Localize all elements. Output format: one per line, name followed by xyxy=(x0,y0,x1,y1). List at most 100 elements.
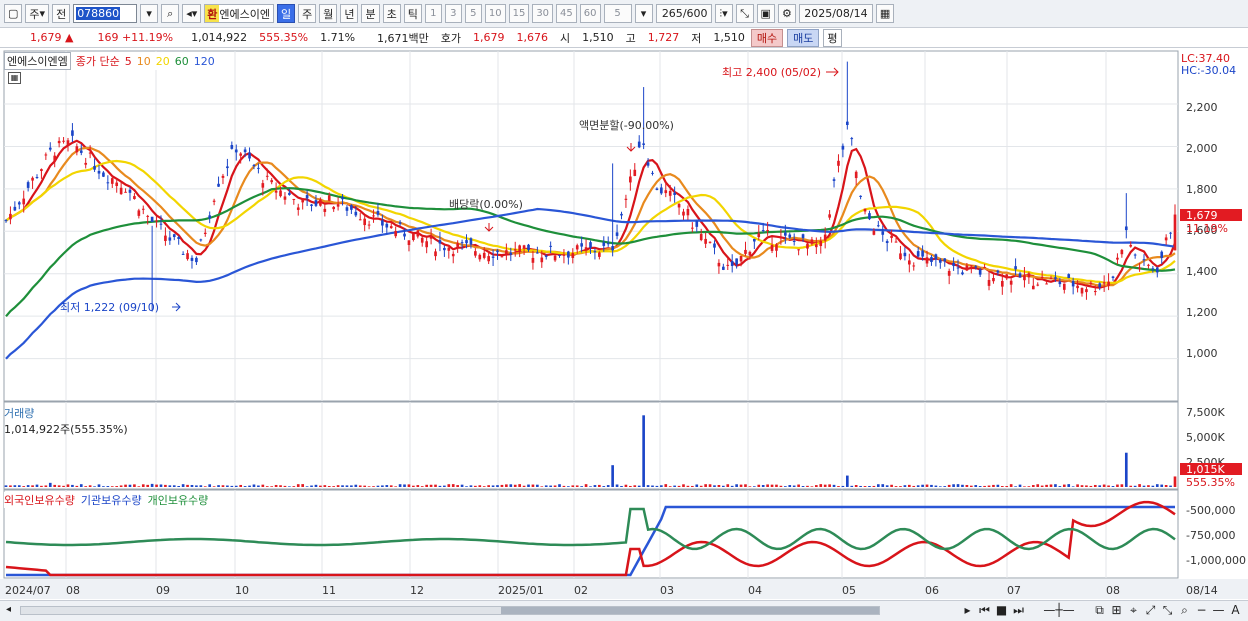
interval-value-input[interactable]: 5 xyxy=(603,4,632,23)
rewind-icon[interactable]: ⏮ xyxy=(978,603,991,618)
interval-1[interactable]: 1 xyxy=(424,4,442,23)
candle-body xyxy=(757,233,761,238)
legend-individual-holdings[interactable]: 개인보유수량 xyxy=(148,492,209,508)
legend-indicator[interactable]: 종가 단순 xyxy=(76,53,120,69)
interval-30[interactable]: 30 xyxy=(532,4,554,23)
prev-button[interactable]: 전 xyxy=(52,4,71,23)
tab-year[interactable]: 년 xyxy=(340,4,359,23)
interval-5[interactable]: 5 xyxy=(464,4,482,23)
volume-bar xyxy=(536,484,539,487)
fit-icon[interactable]: ⤢ xyxy=(1144,603,1157,618)
candle-body xyxy=(1080,287,1084,294)
interval-60[interactable]: 60 xyxy=(579,4,601,23)
candle-body xyxy=(416,230,420,237)
open-price: 1,510 xyxy=(582,31,614,44)
volume-bar xyxy=(4,485,8,487)
x-tick-10: 10 xyxy=(235,584,249,597)
candle-body xyxy=(243,149,247,153)
tab-week[interactable]: 주 xyxy=(298,4,317,23)
legend-ma-5[interactable]: 5 xyxy=(125,55,132,68)
price-tick-1200: 1,200 xyxy=(1186,306,1218,319)
legend-ma-20[interactable]: 20 xyxy=(156,55,170,68)
candle-body xyxy=(1129,244,1133,247)
expand-icon[interactable]: ⤡ xyxy=(1161,603,1174,618)
chart-type-icon[interactable]: ⫶▾ xyxy=(714,4,733,23)
crosshair-icon[interactable]: ⌖ xyxy=(1127,603,1140,618)
code-dropdown-icon[interactable]: ▾ xyxy=(140,4,159,23)
table-icon[interactable]: ▦ xyxy=(8,72,21,84)
candle-body xyxy=(810,239,814,244)
scroll-right-icon[interactable]: ▸ xyxy=(961,603,974,618)
zoom-out-icon[interactable]: − xyxy=(1195,603,1208,618)
count-input[interactable]: 265/600 xyxy=(655,4,712,23)
candle-body xyxy=(305,195,309,199)
volume-bar xyxy=(761,485,765,487)
volume-bar xyxy=(961,484,964,487)
zoom-slider[interactable]: —┼— xyxy=(1029,603,1089,618)
tab-minute[interactable]: 분 xyxy=(361,4,380,23)
calendar-icon[interactable]: ▦ xyxy=(875,4,895,23)
low-annotation: 최저 1,222 (09/10) xyxy=(60,301,159,314)
volume-bar xyxy=(584,484,588,487)
window-split-icon[interactable]: ⧉ xyxy=(1093,603,1106,618)
scroll-left-icon[interactable]: ◂ xyxy=(6,604,11,615)
buy-button[interactable]: 매수 xyxy=(750,28,784,47)
interval-15[interactable]: 15 xyxy=(508,4,530,23)
zoom-minus-icon[interactable]: — xyxy=(1212,603,1225,618)
volume-bar xyxy=(965,484,969,487)
gear-icon[interactable]: ⚙ xyxy=(777,4,796,23)
sell-button[interactable]: 매도 xyxy=(787,28,820,47)
scrollbar-track[interactable] xyxy=(20,606,880,615)
legend-stock-name[interactable]: 엔에스이엔엠 xyxy=(4,52,71,70)
volume-bar xyxy=(212,486,216,487)
interval-dropdown-icon[interactable]: ▾ xyxy=(634,4,653,23)
tab-tick[interactable]: 틱 xyxy=(403,4,422,23)
speaker-icon[interactable]: ◂▾ xyxy=(182,4,202,23)
average-button[interactable]: 평 xyxy=(823,28,842,47)
volume-bar xyxy=(358,485,362,487)
search-zoom-icon[interactable]: ⌕ xyxy=(1178,603,1191,618)
save-icon[interactable]: ▣ xyxy=(756,4,775,23)
volume-bar xyxy=(9,485,12,487)
volume-bar xyxy=(589,486,592,487)
legend-foreign-holdings[interactable]: 외국인보유수량 xyxy=(4,492,75,508)
stock-code-input[interactable]: 078860 xyxy=(73,4,138,23)
candle-body xyxy=(846,121,849,125)
search-icon[interactable]: ⌕ xyxy=(161,4,180,23)
price-chart[interactable]: 2,200 2,000 1,800 1,600 1,400 1,200 1,00… xyxy=(0,49,1248,600)
window-tile-icon[interactable]: ⊞ xyxy=(1110,603,1123,618)
volume-tick-5000k: 5,000K xyxy=(1186,431,1225,444)
draw-tool-icon[interactable]: ⤡ xyxy=(735,4,754,23)
font-size-icon[interactable]: A xyxy=(1229,603,1242,618)
date-input[interactable]: 2025/08/14 xyxy=(798,4,873,23)
stop-icon[interactable]: ■ xyxy=(995,603,1008,618)
interval-3[interactable]: 3 xyxy=(444,4,462,23)
volume-bar xyxy=(784,486,787,487)
volume-bar xyxy=(1111,486,1115,487)
x-tick-06: 06 xyxy=(925,584,939,597)
interval-45[interactable]: 45 xyxy=(556,4,577,23)
volume-bar xyxy=(496,485,499,487)
legend-institution-holdings[interactable]: 기관보유수량 xyxy=(81,492,142,508)
window-icon[interactable]: ▢ xyxy=(4,4,23,23)
volume-bar xyxy=(208,484,212,487)
tab-month[interactable]: 월 xyxy=(319,4,338,23)
tab-second[interactable]: 초 xyxy=(382,4,401,23)
volume-bar xyxy=(1160,484,1164,487)
period-select[interactable]: 주 ▾ xyxy=(25,4,50,23)
volume-bar xyxy=(270,486,274,487)
tab-day[interactable]: 일 xyxy=(276,4,296,23)
volume-bar xyxy=(1124,452,1128,487)
scrollbar-thumb[interactable] xyxy=(501,607,879,614)
legend-ma-10[interactable]: 10 xyxy=(137,55,151,68)
candle-body xyxy=(620,213,623,216)
volume-title[interactable]: 거래량 xyxy=(4,405,128,421)
stock-name-field[interactable]: 환 엔에스이엔 xyxy=(204,4,274,23)
interval-10[interactable]: 10 xyxy=(484,4,506,23)
legend-ma-60[interactable]: 60 xyxy=(175,55,189,68)
quote-bar: 1,679 ▲ 169 +11.19% 1,014,922 555.35% 1.… xyxy=(0,28,1248,48)
volume-bar xyxy=(469,485,473,487)
forward-icon[interactable]: ⏭ xyxy=(1012,603,1025,618)
legend-ma-120[interactable]: 120 xyxy=(194,55,215,68)
volume-bar xyxy=(168,485,172,487)
